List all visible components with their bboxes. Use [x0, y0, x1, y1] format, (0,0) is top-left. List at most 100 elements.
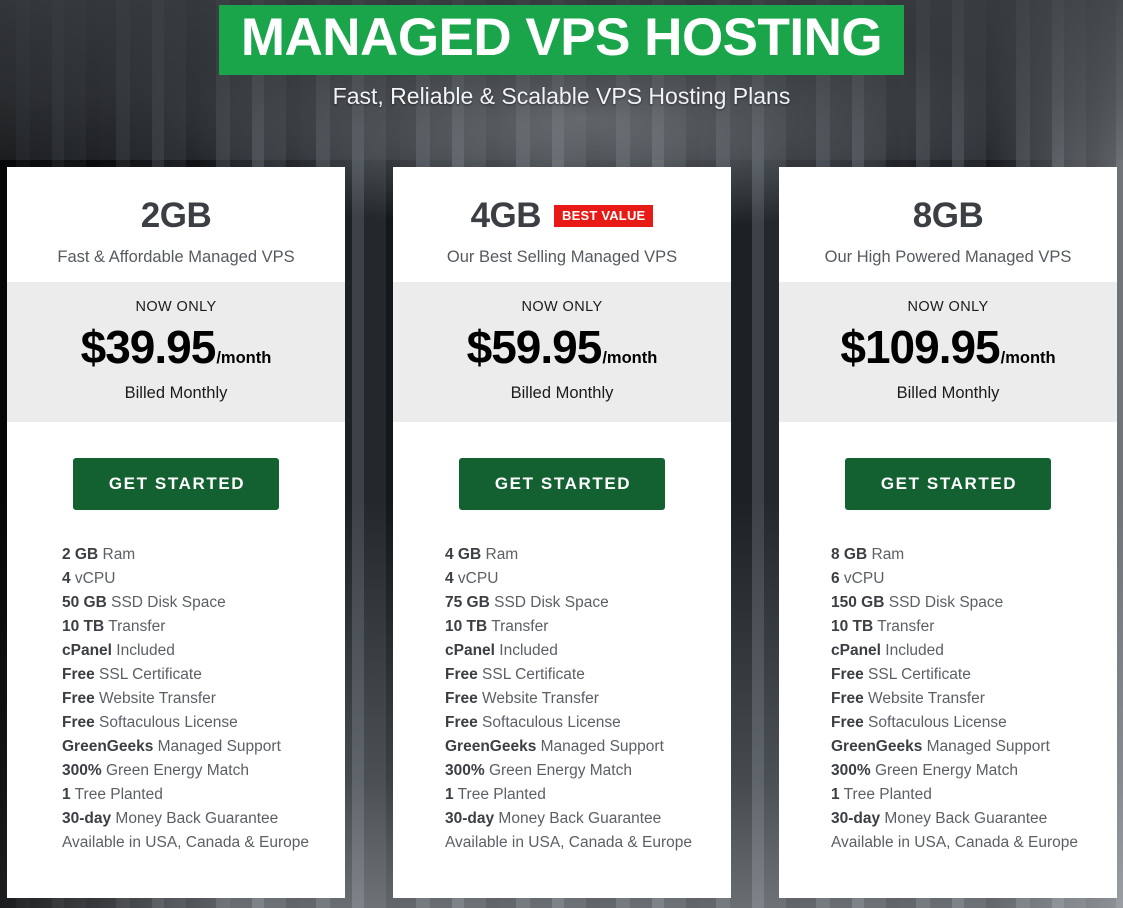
- card-body: GET STARTED 8 GB Ram 6 vCPU 150 GB SSD Dis…: [779, 422, 1117, 898]
- vps-hosting-page: MANAGED VPS HOSTING Fast, Reliable & Sca…: [0, 0, 1123, 908]
- feature-highlight: 4 GB: [445, 546, 482, 563]
- card-price-block: NOW ONLY $59.95 /month Billed Monthly: [393, 282, 731, 422]
- feature-highlight: 300%: [62, 762, 102, 779]
- feature-highlight: 30-day: [445, 810, 495, 827]
- page-title: MANAGED VPS HOSTING: [218, 5, 905, 76]
- feature-highlight: 1: [445, 786, 454, 803]
- feature-item: Available in USA, Canada & Europe: [831, 834, 1079, 851]
- plan-name: 2GB: [140, 196, 212, 235]
- card-price-block: NOW ONLY $109.95 /month Billed Monthly: [779, 282, 1117, 422]
- plan-name: 8GB: [912, 196, 984, 235]
- page-header: MANAGED VPS HOSTING Fast, Reliable & Sca…: [0, 0, 1123, 110]
- feature-item: 1 Tree Planted: [445, 786, 546, 803]
- now-only-label: NOW ONLY: [907, 299, 989, 315]
- best-value-badge: BEST VALUE: [554, 205, 654, 227]
- feature-highlight: 150 GB: [831, 594, 885, 611]
- feature-highlight: 1: [831, 786, 840, 803]
- plan-name-row: 2GB: [23, 195, 329, 237]
- feature-highlight: 30-day: [831, 810, 881, 827]
- feature-item: 150 GB SSD Disk Space: [831, 594, 1004, 611]
- feature-highlight: Free: [831, 690, 864, 707]
- feature-item: GreenGeeks Managed Support: [62, 738, 281, 755]
- feature-highlight: cPanel: [445, 642, 495, 659]
- feature-item: 30-day Money Back Guarantee: [831, 810, 1048, 827]
- feature-highlight: cPanel: [831, 642, 881, 659]
- price-row: $39.95 /month: [17, 324, 335, 370]
- plan-tagline: Our High Powered Managed VPS: [824, 248, 1072, 266]
- card-body: GET STARTED 4 GB Ram 4 vCPU 75 GB SSD Disk…: [393, 422, 731, 898]
- feature-item: Free Softaculous License: [831, 714, 1007, 731]
- feature-item: 8 GB Ram: [831, 546, 905, 563]
- feature-item: 300% Green Energy Match: [831, 762, 1018, 779]
- get-started-button[interactable]: GET STARTED: [458, 458, 666, 510]
- feature-item: cPanel Included: [445, 642, 558, 659]
- pricing-card-4gb[interactable]: 4GB BEST VALUE Our Best Selling Managed …: [393, 167, 731, 898]
- feature-highlight: Free: [62, 714, 95, 731]
- feature-highlight: 8 GB: [831, 546, 868, 563]
- feature-highlight: Free: [445, 666, 478, 683]
- feature-highlight: 300%: [831, 762, 871, 779]
- feature-item: Free Website Transfer: [62, 690, 216, 707]
- pricing-card-8gb[interactable]: 8GB Our High Powered Managed VPS NOW ONL…: [779, 167, 1117, 898]
- feature-item: Free SSL Certificate: [62, 666, 202, 683]
- feature-item: 4 vCPU: [445, 570, 499, 587]
- plan-name: 4GB: [470, 196, 542, 235]
- now-only-label: NOW ONLY: [135, 299, 217, 315]
- plan-tagline: Fast & Affordable Managed VPS: [57, 248, 295, 266]
- feature-highlight: 10 TB: [445, 618, 488, 635]
- feature-highlight: Free: [62, 690, 95, 707]
- plan-tagline: Our Best Selling Managed VPS: [446, 248, 678, 266]
- card-header: 2GB Fast & Affordable Managed VPS: [7, 167, 345, 282]
- billing-cycle-label: Billed Monthly: [896, 384, 1000, 402]
- feature-highlight: GreenGeeks: [445, 738, 537, 755]
- pricing-cards-container: 2GB Fast & Affordable Managed VPS NOW ON…: [7, 167, 1117, 898]
- feature-highlight: cPanel: [62, 642, 112, 659]
- feature-highlight: Free: [831, 666, 864, 683]
- card-header: 8GB Our High Powered Managed VPS: [779, 167, 1117, 282]
- price-row: $109.95 /month: [789, 324, 1107, 370]
- feature-highlight: 10 TB: [831, 618, 874, 635]
- feature-item: Available in USA, Canada & Europe: [445, 834, 693, 851]
- feature-item: 300% Green Energy Match: [62, 762, 249, 779]
- feature-item: 30-day Money Back Guarantee: [445, 810, 662, 827]
- feature-highlight: Free: [445, 690, 478, 707]
- now-only-label: NOW ONLY: [521, 299, 603, 315]
- feature-item: GreenGeeks Managed Support: [445, 738, 664, 755]
- card-price-block: NOW ONLY $39.95 /month Billed Monthly: [7, 282, 345, 422]
- feature-highlight: Free: [445, 714, 478, 731]
- price-amount: $59.95: [466, 321, 603, 373]
- feature-highlight: GreenGeeks: [831, 738, 923, 755]
- feature-item: 4 GB Ram: [445, 546, 519, 563]
- get-started-button[interactable]: GET STARTED: [844, 458, 1052, 510]
- feature-highlight: 300%: [445, 762, 485, 779]
- feature-list: 2 GB Ram 4 vCPU 50 GB SSD Disk Space 10 TB …: [7, 543, 345, 855]
- feature-item: 1 Tree Planted: [62, 786, 163, 803]
- feature-item: 10 TB Transfer: [445, 618, 549, 635]
- feature-highlight: Free: [831, 714, 864, 731]
- feature-item: 10 TB Transfer: [62, 618, 166, 635]
- feature-item: 300% Green Energy Match: [445, 762, 632, 779]
- feature-item: cPanel Included: [62, 642, 175, 659]
- feature-list: 4 GB Ram 4 vCPU 75 GB SSD Disk Space 10 TB …: [393, 543, 731, 855]
- billing-cycle-label: Billed Monthly: [124, 384, 228, 402]
- feature-item: Free SSL Certificate: [831, 666, 971, 683]
- price-period: /month: [1000, 349, 1056, 367]
- feature-item: Free SSL Certificate: [445, 666, 585, 683]
- billing-cycle-label: Billed Monthly: [510, 384, 614, 402]
- pricing-card-2gb[interactable]: 2GB Fast & Affordable Managed VPS NOW ON…: [7, 167, 345, 898]
- get-started-button[interactable]: GET STARTED: [72, 458, 280, 510]
- price-period: /month: [216, 349, 272, 367]
- feature-highlight: 4: [445, 570, 454, 587]
- feature-highlight: 50 GB: [62, 594, 107, 611]
- feature-item: Free Softaculous License: [445, 714, 621, 731]
- feature-highlight: 2 GB: [62, 546, 99, 563]
- feature-item: 2 GB Ram: [62, 546, 136, 563]
- feature-highlight: GreenGeeks: [62, 738, 154, 755]
- feature-item: 4 vCPU: [62, 570, 116, 587]
- feature-highlight: 1: [62, 786, 71, 803]
- price-period: /month: [602, 349, 658, 367]
- card-body: GET STARTED 2 GB Ram 4 vCPU 50 GB SSD Disk…: [7, 422, 345, 898]
- card-header: 4GB BEST VALUE Our Best Selling Managed …: [393, 167, 731, 282]
- feature-item: 30-day Money Back Guarantee: [62, 810, 279, 827]
- feature-item: Available in USA, Canada & Europe: [62, 834, 310, 851]
